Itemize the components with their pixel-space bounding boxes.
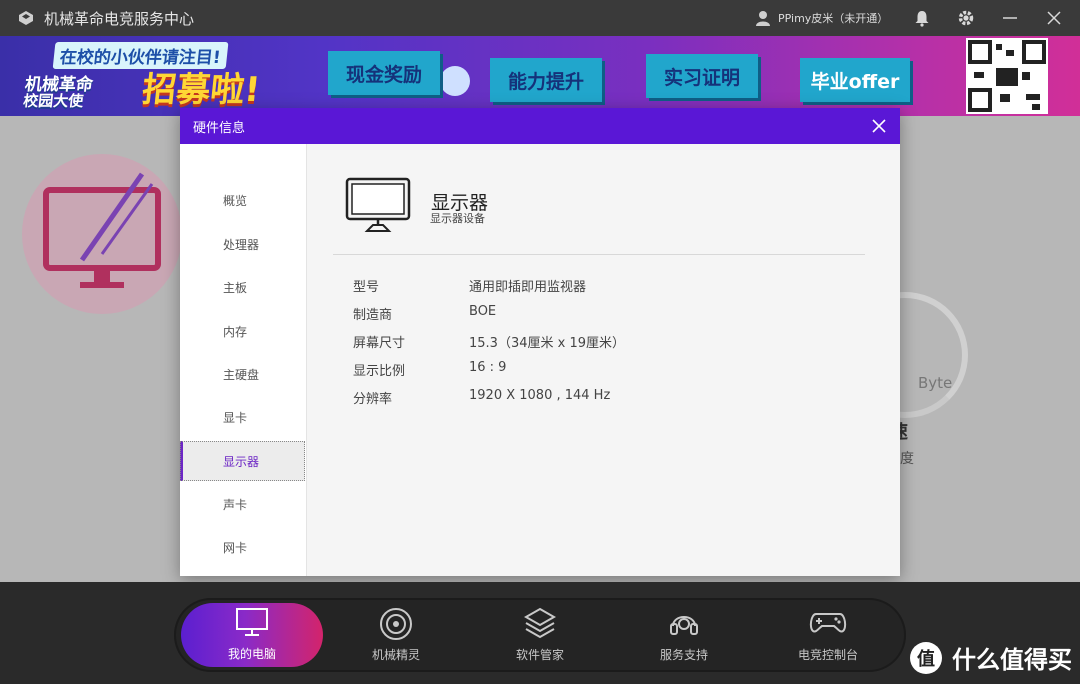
dock-item-software-manager[interactable]: 软件管家 bbox=[470, 598, 610, 672]
user-account[interactable]: PPimy皮米（未开通） bbox=[754, 0, 888, 36]
nav-item-overview[interactable]: 概览 bbox=[180, 180, 305, 220]
title-bar: 机械革命电竞服务中心 PPimy皮米（未开通） bbox=[0, 0, 1080, 36]
nav-item-motherboard[interactable]: 主板 bbox=[180, 267, 305, 307]
smzdm-watermark: 值 什么值得买 bbox=[910, 640, 1072, 675]
campus-ambassador-promo: 在校的小伙伴请注目! 机械革命 校园大使 招募啦! bbox=[19, 42, 276, 110]
dock-label-my-computer: 我的电脑 bbox=[227, 647, 276, 661]
section-divider bbox=[333, 254, 865, 255]
nav-item-memory[interactable]: 内存 bbox=[180, 311, 305, 351]
detail-row-screen-size: 屏幕尺寸 15.3（34厘米 x 19厘米） bbox=[353, 336, 625, 351]
detail-row-model: 型号 通用即插即用监视器 bbox=[353, 280, 587, 295]
decor-shape bbox=[440, 66, 470, 96]
nav-item-disk[interactable]: 主硬盘 bbox=[180, 354, 305, 394]
layers-icon bbox=[523, 607, 557, 639]
monitor-illustration bbox=[22, 154, 182, 314]
detail-row-resolution: 分辨率 1920 X 1080 , 144 Hz bbox=[353, 388, 611, 407]
device-subtitle: 显示器设备 bbox=[430, 212, 485, 225]
hardware-info-dialog: 硬件信息 概览 处理器 主板 内存 主硬盘 显卡 显示器 声卡 网卡 显示器 显… bbox=[180, 108, 900, 576]
dock-label-software-manager: 软件管家 bbox=[515, 648, 564, 662]
dock-label-service-support: 服务支持 bbox=[659, 648, 708, 662]
banner-tag-cash: 现金奖励 bbox=[328, 51, 440, 95]
app-title: 机械革命电竞服务中心 bbox=[44, 9, 195, 28]
banner-tag-internship: 实习证明 bbox=[646, 54, 758, 98]
app-logo-icon bbox=[19, 11, 33, 25]
window-close-icon[interactable] bbox=[1044, 8, 1064, 28]
dock-label-mech-sprite: 机械精灵 bbox=[371, 648, 420, 662]
qr-code-icon bbox=[966, 38, 1048, 114]
nav-item-audio[interactable]: 声卡 bbox=[180, 484, 305, 524]
promo-headline: 招募啦! bbox=[140, 70, 263, 110]
watermark-text: 什么值得买 bbox=[952, 646, 1072, 674]
user-avatar-icon bbox=[756, 11, 770, 26]
banner-tag-offer: 毕业offer bbox=[800, 58, 910, 102]
byte-unit-label: Byte bbox=[918, 374, 953, 392]
promo-banner[interactable]: 在校的小伙伴请注目! 机械革命 校园大使 招募啦! 现金奖励 能力提升 实习证明… bbox=[0, 36, 1080, 116]
promo-line3: 校园大使 bbox=[22, 92, 85, 110]
dialog-close-icon[interactable] bbox=[870, 117, 888, 135]
nav-item-cpu[interactable]: 处理器 bbox=[180, 224, 305, 264]
dialog-header: 硬件信息 bbox=[180, 108, 900, 144]
watermark-logo-icon: 值 bbox=[910, 641, 942, 674]
dialog-title: 硬件信息 bbox=[193, 120, 246, 136]
monitor-icon bbox=[236, 608, 268, 636]
hardware-nav: 概览 处理器 主板 内存 主硬盘 显卡 显示器 声卡 网卡 bbox=[180, 144, 307, 576]
nav-item-display[interactable]: 显示器 bbox=[180, 441, 305, 481]
gamepad-icon bbox=[809, 613, 847, 633]
banner-tag-skill: 能力提升 bbox=[490, 58, 602, 102]
dock-item-esports-console[interactable]: 电竞控制台 bbox=[758, 598, 898, 672]
monitor-icon bbox=[345, 177, 411, 232]
notification-bell-icon[interactable] bbox=[912, 8, 932, 28]
headset-icon bbox=[670, 616, 698, 635]
target-icon bbox=[380, 608, 412, 640]
detail-row-aspect-ratio: 显示比例 16 : 9 bbox=[353, 360, 507, 379]
nav-item-gpu[interactable]: 显卡 bbox=[180, 397, 305, 437]
dock-item-mech-sprite[interactable]: 机械精灵 bbox=[326, 598, 466, 672]
hardware-detail-panel: 显示器 显示器设备 型号 通用即插即用监视器 制造商 BOE 屏幕尺寸 15.3… bbox=[307, 144, 900, 576]
dock-item-service-support[interactable]: 服务支持 bbox=[614, 598, 754, 672]
detail-row-manufacturer: 制造商 BOE bbox=[353, 304, 497, 323]
nav-item-network[interactable]: 网卡 bbox=[180, 527, 305, 567]
dock-label-esports-console: 电竞控制台 bbox=[797, 648, 858, 662]
dock-item-my-computer[interactable]: 我的电脑 bbox=[181, 603, 323, 667]
settings-gear-icon[interactable] bbox=[956, 8, 976, 28]
minimize-icon[interactable] bbox=[1000, 8, 1020, 28]
user-name: PPimy皮米（未开通） bbox=[778, 12, 889, 25]
